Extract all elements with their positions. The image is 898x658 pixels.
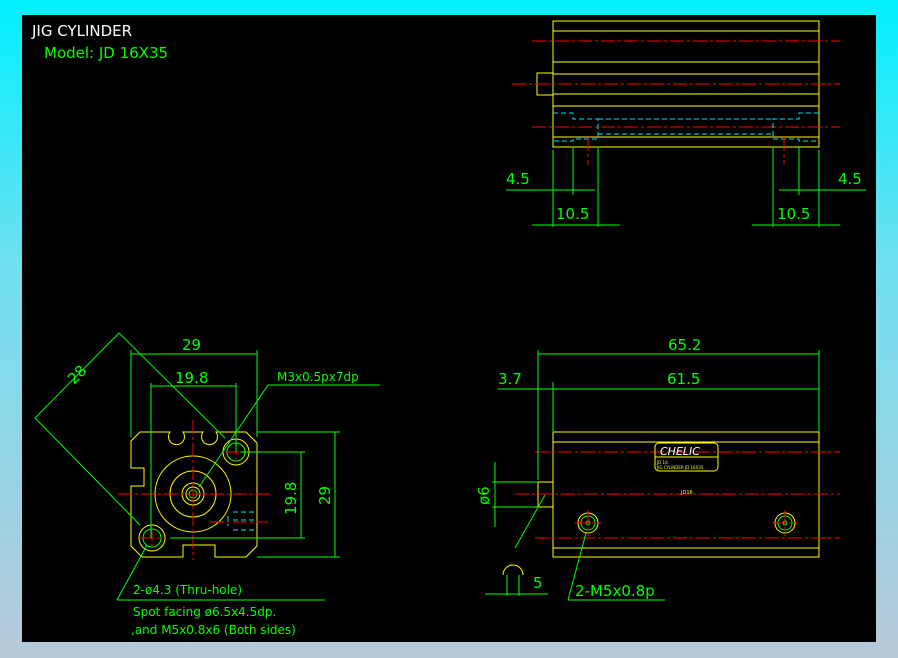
dim-right-4-5: 4.5: [838, 170, 862, 188]
dim-hole-spacing: 19.8: [175, 369, 208, 387]
dim-five: 5: [533, 574, 543, 592]
cad-drawing: JIG CYLINDER Model: JD 16X35 4.5 10.5 4.…: [31, 20, 866, 637]
callout-thru-hole: 2-ø4.3 (Thru-hole): [133, 583, 242, 597]
dim-body-length: 61.5: [667, 370, 700, 388]
side-view: CHELIC JD 16 JIG CYLINDER JD 16X35 JD16 …: [475, 336, 840, 601]
cad-drawing-canvas: JIG CYLINDER Model: JD 16X35 4.5 10.5 4.…: [22, 15, 876, 642]
model-label: Model: JD 16X35: [44, 44, 168, 62]
dim-width-29: 29: [182, 336, 201, 354]
dim-right-10-5: 10.5: [777, 205, 810, 223]
dim-diameter: ø6: [475, 486, 493, 505]
label-brand: CHELIC: [660, 445, 700, 458]
dim-height-29: 29: [316, 486, 334, 505]
part-mark: JD16: [680, 490, 693, 496]
dim-left-10-5: 10.5: [556, 205, 589, 223]
callout-spot-facing: Spot facing ø6.5x4.5dp.: [133, 605, 276, 619]
front-view: 29 19.8 28 19.8 29 M3x0.5px7dp 2-ø4.3 (T…: [34, 332, 380, 637]
drawing-title: JIG CYLINDER: [31, 22, 132, 40]
callout-thread: M3x0.5px7dp: [277, 370, 359, 384]
top-view: 4.5 10.5 4.5 10.5: [506, 20, 866, 227]
callout-ports: 2-M5x0.8p: [575, 582, 655, 600]
dim-left-4-5: 4.5: [506, 170, 530, 188]
dim-offset: 3.7: [498, 370, 522, 388]
dim-total-length: 65.2: [668, 336, 701, 354]
dim-hole-spacing-vertical: 19.8: [282, 482, 300, 515]
label-line-2: JIG CYLINDER JD 16X35: [656, 465, 704, 470]
callout-spot-facing-2: ,and M5x0.8x6 (Both sides): [131, 623, 296, 637]
